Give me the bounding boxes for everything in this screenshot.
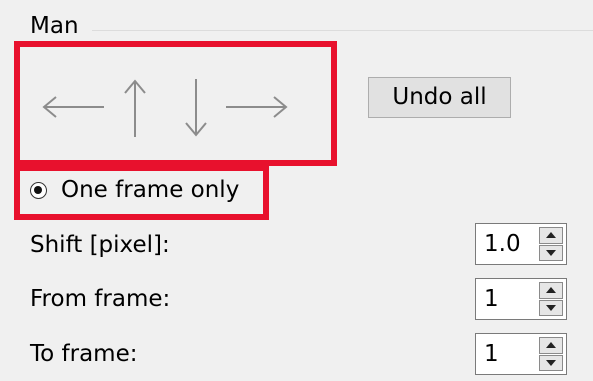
group-divider — [92, 30, 593, 31]
chevron-up-icon — [546, 342, 556, 349]
chevron-up-icon — [546, 232, 556, 239]
radio-label: One frame only — [61, 177, 240, 203]
chevron-up-icon — [546, 287, 556, 294]
chevron-down-icon — [546, 304, 556, 311]
to-frame-stepper[interactable]: 1 — [475, 333, 567, 375]
undo-all-button[interactable]: Undo all — [368, 77, 511, 118]
arrow-down-icon[interactable] — [178, 77, 214, 139]
chevron-down-icon — [546, 249, 556, 256]
to-frame-label: To frame: — [30, 341, 138, 367]
to-frame-decrement-button[interactable] — [539, 354, 563, 371]
from-frame-stepper[interactable]: 1 — [475, 278, 567, 320]
from-frame-label: From frame: — [30, 286, 171, 312]
shift-increment-button[interactable] — [539, 227, 563, 244]
from-frame-input[interactable]: 1 — [476, 279, 539, 319]
shift-input[interactable]: 1.0 — [476, 224, 539, 264]
shift-label: Shift [pixel]: — [30, 232, 170, 258]
arrow-right-icon[interactable] — [224, 77, 290, 137]
one-frame-only-radio[interactable]: One frame only — [30, 175, 239, 205]
to-frame-increment-button[interactable] — [539, 337, 563, 354]
to-frame-input[interactable]: 1 — [476, 334, 539, 374]
shift-stepper[interactable]: 1.0 — [475, 223, 567, 265]
shift-decrement-button[interactable] — [539, 244, 563, 261]
chevron-down-icon — [546, 359, 556, 366]
group-title: Man — [30, 12, 83, 40]
from-frame-decrement-button[interactable] — [539, 299, 563, 316]
arrow-up-icon[interactable] — [117, 77, 153, 139]
from-frame-increment-button[interactable] — [539, 282, 563, 299]
manual-shift-panel: Man Undo all One frame only Shift [pixel… — [0, 0, 593, 381]
radio-selected-icon[interactable] — [30, 181, 47, 199]
arrow-left-icon[interactable] — [40, 77, 106, 137]
